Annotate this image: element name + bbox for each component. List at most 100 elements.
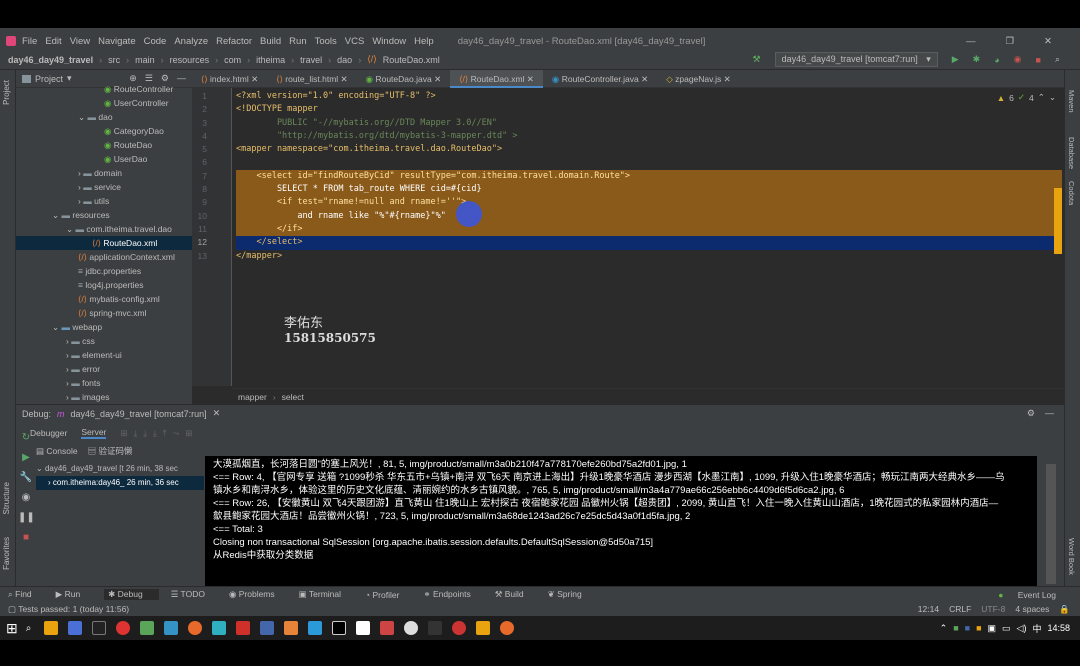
tree-item[interactable]: ≡ log4j.properties	[16, 278, 192, 292]
tree-item[interactable]: ⌄ ▬ webapp	[16, 320, 192, 334]
app-icon[interactable]	[476, 621, 491, 635]
tab-todo[interactable]: ☰ TODO	[171, 589, 217, 600]
tab-index-html[interactable]: ⟨⟩ index.html ✕	[192, 70, 267, 88]
tab-build[interactable]: ⚒ Build	[495, 589, 536, 600]
tree-item[interactable]: › ▬ images	[16, 390, 192, 404]
nav-src[interactable]: src	[108, 55, 120, 65]
coverage-icon[interactable]: ◕	[994, 55, 999, 65]
structure-tool-tab[interactable]: Structure	[0, 480, 13, 516]
app-icon[interactable]	[164, 621, 179, 635]
app-icon[interactable]	[68, 621, 83, 635]
tab-zpagenav-js[interactable]: ◇ zpageNav.js ✕	[657, 70, 740, 88]
tab-find[interactable]: ⌕ Find	[8, 589, 44, 600]
view-icon[interactable]: ◉	[18, 488, 34, 508]
clock[interactable]: 14:58	[1047, 623, 1070, 633]
intellij-taskbar-icon[interactable]	[332, 621, 347, 635]
debug-config-tab[interactable]: day46_day49_travel [tomcat7:run]	[71, 409, 207, 419]
tab-profiler[interactable]: ◔ Profiler	[365, 590, 411, 600]
app-icon[interactable]	[92, 621, 107, 635]
tab-captcha[interactable]: ▤ 验证码懒	[88, 445, 133, 457]
tree-item[interactable]: ◉ CategoryDao	[16, 124, 192, 138]
console-scrollbar[interactable]	[1046, 464, 1056, 584]
app-icon[interactable]	[308, 621, 323, 635]
frame-item-selected[interactable]: › com.itheima:day46_ 26 min, 36 sec	[36, 476, 204, 490]
app-icon[interactable]	[140, 621, 155, 635]
tab-server[interactable]: Server	[81, 427, 107, 439]
tab-terminal[interactable]: ▣ Terminal	[299, 589, 353, 600]
indent[interactable]: 4 spaces	[1015, 604, 1049, 615]
app-icon[interactable]	[44, 621, 59, 635]
menu-run[interactable]: Run	[289, 36, 306, 47]
rerun-icon[interactable]: ↻	[18, 428, 34, 448]
app-icon[interactable]	[212, 621, 227, 635]
tree-item[interactable]: › ▬ service	[16, 180, 192, 194]
project-tool-tab[interactable]: Project	[0, 78, 13, 107]
resume-icon[interactable]: ▶	[18, 448, 34, 468]
menu-help[interactable]: Help	[414, 36, 434, 47]
close-icon[interactable]: ✕	[1044, 36, 1052, 47]
tree-item[interactable]: › ▬ css	[16, 334, 192, 348]
tree-item[interactable]: › ▬ error	[16, 362, 192, 376]
tree-item[interactable]: ◉ RouteController	[16, 82, 192, 96]
hide-icon[interactable]: —	[177, 73, 186, 84]
run-config-select[interactable]: day46_day49_travel [tomcat7:run] ▾	[774, 52, 938, 67]
app-icon[interactable]	[500, 621, 515, 635]
chevron-down-icon[interactable]: ⌄	[1049, 92, 1056, 103]
tab-problems[interactable]: ◉ Problems	[229, 589, 287, 600]
tray-icon[interactable]: ▣	[988, 623, 997, 634]
line-separator[interactable]: CRLF	[949, 604, 971, 615]
firefox-icon[interactable]	[188, 621, 203, 635]
maximize-icon[interactable]: ❐	[1006, 36, 1015, 47]
menu-refactor[interactable]: Refactor	[216, 36, 252, 47]
breadcrumb-select[interactable]: select	[282, 392, 304, 402]
pause-icon[interactable]: ❚❚	[18, 508, 35, 528]
tree-item[interactable]: ⌄ ▬ dao	[16, 110, 192, 124]
debug-settings-icon[interactable]: ⚙	[1027, 408, 1035, 419]
search-icon[interactable]: ⌕	[1055, 54, 1060, 65]
tab-console[interactable]: ▤ Console	[36, 446, 78, 457]
favorites-tool-tab[interactable]: Favorites	[0, 535, 13, 572]
tree-item[interactable]: ◉ UserDao	[16, 152, 192, 166]
tree-item[interactable]: ≡ jdbc.properties	[16, 264, 192, 278]
menu-code[interactable]: Code	[144, 36, 167, 47]
word-book-tool-tab[interactable]: Word Book	[1065, 536, 1078, 577]
tab-run[interactable]: ▶ Run	[56, 589, 93, 600]
nav-resources[interactable]: resources	[170, 55, 210, 65]
tree-item-selected[interactable]: ⟨/⟩ RouteDao.xml	[16, 236, 192, 250]
tree-item[interactable]: ⌄ ▬ com.itheima.travel.dao	[16, 222, 192, 236]
volume-icon[interactable]: ◁)	[1017, 623, 1027, 634]
tray-icon[interactable]: ■	[965, 623, 970, 633]
hammer-icon[interactable]: ⚒	[753, 54, 761, 65]
app-icon[interactable]	[452, 621, 467, 635]
tab-route-list-html[interactable]: ⟨⟩ route_list.html ✕	[267, 70, 356, 88]
tab-routecontroller-java[interactable]: ◉ RouteController.java ✕	[543, 70, 657, 88]
database-tool-tab[interactable]: Database	[1065, 135, 1078, 171]
menu-vcs[interactable]: VCS	[345, 36, 365, 47]
tab-endpoints[interactable]: ⚭ Endpoints	[423, 589, 482, 600]
nav-project[interactable]: day46_day49_travel	[8, 55, 93, 65]
tree-item[interactable]: ⟨/⟩ mybatis-config.xml	[16, 292, 192, 306]
cursor-position[interactable]: 12:14	[918, 604, 939, 615]
search-taskbar-icon[interactable]: ⌕	[26, 623, 32, 634]
lock-icon[interactable]: 🔒	[1059, 604, 1070, 615]
app-icon[interactable]	[236, 621, 251, 635]
menu-window[interactable]: Window	[372, 36, 406, 47]
tree-item[interactable]: › ▬ element-ui	[16, 348, 192, 362]
tree-item[interactable]: ⟨/⟩ applicationContext.xml	[16, 250, 192, 264]
menu-build[interactable]: Build	[260, 36, 281, 47]
tree-item[interactable]: ◉ UserController	[16, 96, 192, 110]
debug-close-icon[interactable]: ✕	[213, 408, 221, 419]
minimize-icon[interactable]: —	[966, 36, 976, 47]
menu-tools[interactable]: Tools	[315, 36, 337, 47]
network-icon[interactable]: ▭	[1002, 623, 1011, 634]
tree-item[interactable]: › ▬ fonts	[16, 376, 192, 390]
run-icon[interactable]: ▶	[952, 54, 959, 65]
tray-icon[interactable]: ■	[976, 623, 981, 633]
menu-view[interactable]: View	[70, 36, 90, 47]
nav-itheima[interactable]: itheima	[256, 55, 285, 65]
inspection-widget[interactable]: ▲ 6 ✓ 4 ⌃ ⌄	[997, 92, 1056, 103]
codota-tool-tab[interactable]: Codota	[1065, 179, 1078, 207]
menu-edit[interactable]: Edit	[45, 36, 61, 47]
menu-file[interactable]: File	[22, 36, 37, 47]
tab-routedao-xml[interactable]: ⟨/⟩ RouteDao.xml ✕	[450, 69, 543, 88]
